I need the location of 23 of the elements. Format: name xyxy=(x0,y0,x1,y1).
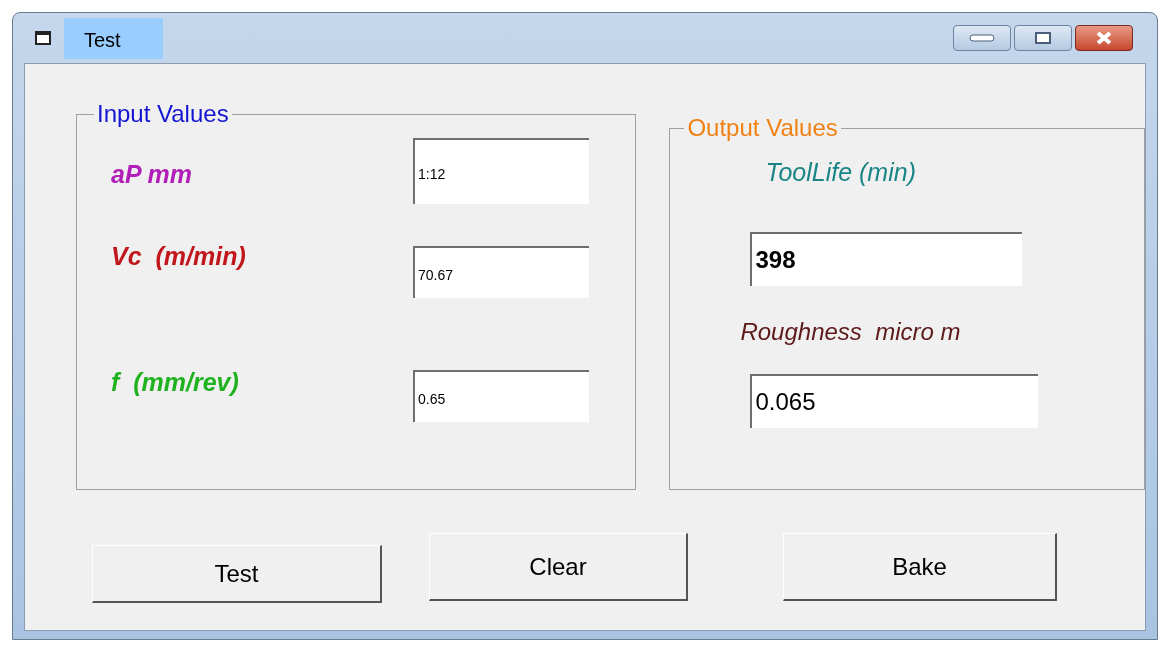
input-field[interactable]: 0.65 xyxy=(413,370,589,422)
field-label: f (mm/rev) xyxy=(110,367,240,398)
input-field[interactable]: 0.065 xyxy=(750,373,1039,428)
action-button[interactable]: Clear xyxy=(429,533,688,601)
field-label: aP mm xyxy=(110,159,194,190)
close-icon xyxy=(1095,31,1113,45)
maximize-icon xyxy=(1035,32,1051,44)
minimize-icon xyxy=(969,34,995,42)
close-button[interactable] xyxy=(1075,25,1133,51)
action-button[interactable]: Test xyxy=(92,545,382,603)
group-title: Input Values xyxy=(96,100,230,128)
group-title: Output Values xyxy=(686,114,839,142)
input-field[interactable]: 1:12 xyxy=(413,138,589,204)
window-title: Test xyxy=(64,17,163,59)
action-button[interactable]: Bake xyxy=(783,533,1057,601)
input-field[interactable]: 398 xyxy=(750,231,1023,286)
minimize-button[interactable] xyxy=(953,25,1011,51)
maximize-button[interactable] xyxy=(1014,25,1072,51)
field-label: Vc (m/min) xyxy=(110,241,247,272)
field-label: Roughness micro m xyxy=(740,316,961,347)
input-field[interactable]: 70.67 xyxy=(413,246,589,298)
window-icon xyxy=(35,31,51,45)
field-label: ToolLife (min) xyxy=(765,157,916,188)
